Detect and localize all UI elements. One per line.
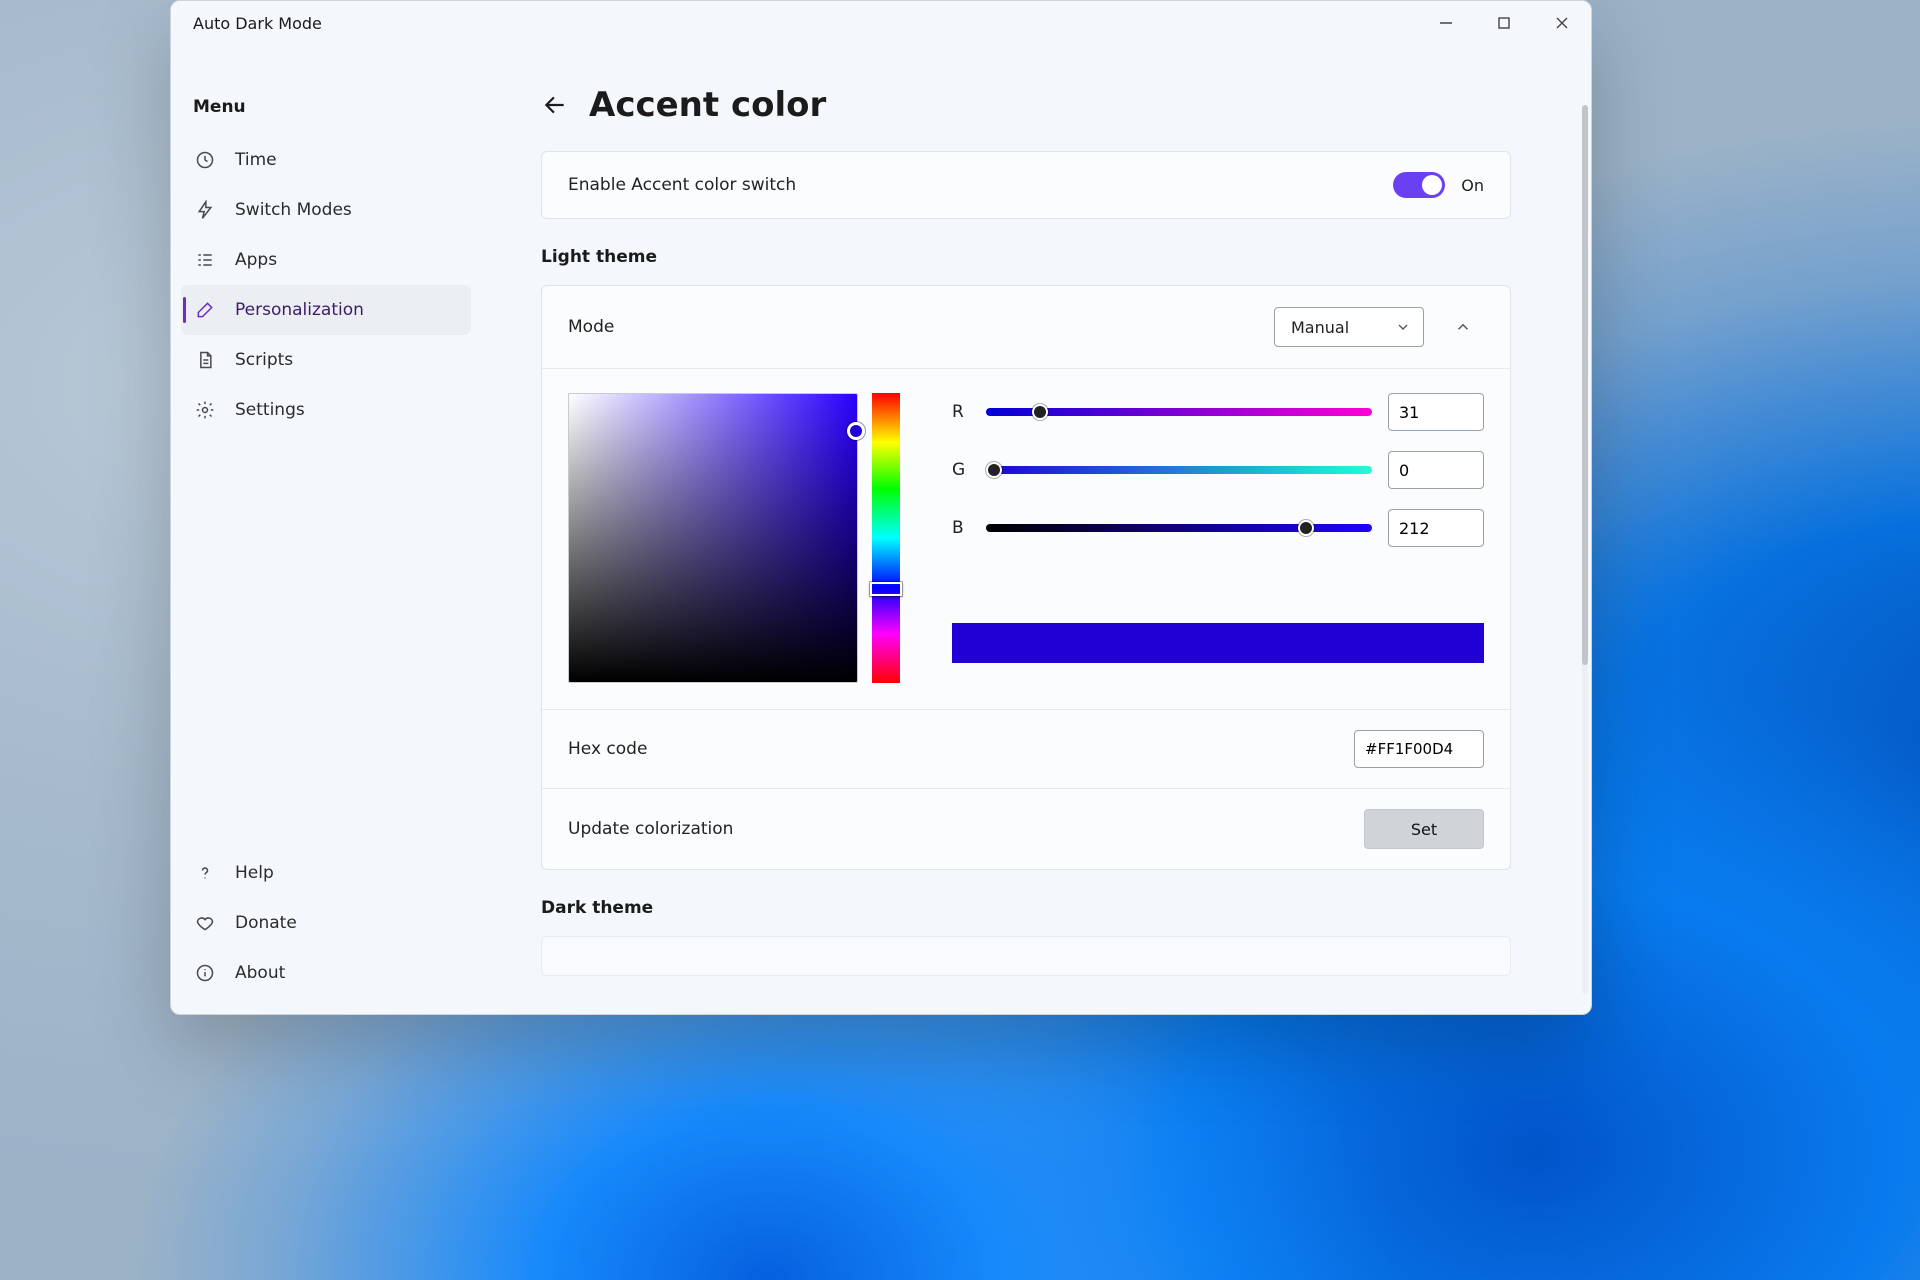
app-title: Auto Dark Mode [193,14,322,33]
minimize-icon [1439,16,1453,30]
accent-toggle-state: On [1461,176,1484,195]
sv-cursor[interactable] [847,422,865,440]
hex-label: Hex code [568,739,647,759]
content-pane: Accent color Enable Accent color switch … [481,45,1591,1014]
sidebar-item-label: Apps [235,250,277,270]
page-title: Accent color [589,85,826,125]
b-row: B [952,509,1484,547]
sidebar-item-donate[interactable]: Donate [181,898,471,948]
sidebar-item-label: Settings [235,400,305,420]
sidebar-item-label: Switch Modes [235,200,352,220]
minimize-button[interactable] [1417,1,1475,45]
g-input[interactable] [1388,451,1484,489]
accent-toggle-card: Enable Accent color switch On [541,151,1511,219]
maximize-icon [1497,16,1511,30]
hex-input[interactable] [1354,730,1484,768]
sidebar-item-apps[interactable]: Apps [181,235,471,285]
b-input[interactable] [1388,509,1484,547]
accent-toggle-label: Enable Accent color switch [568,175,796,195]
titlebar: Auto Dark Mode [171,1,1591,45]
sidebar-item-switch-modes[interactable]: Switch Modes [181,185,471,235]
list-icon [195,250,215,270]
sidebar-item-personalization[interactable]: Personalization [181,285,471,335]
clock-icon [195,150,215,170]
info-icon [195,963,215,983]
r-label: R [952,402,970,422]
sidebar: Menu Time Switch Modes Apps [171,45,481,1014]
chevron-down-icon [1395,319,1411,335]
arrow-left-icon [542,92,568,118]
r-slider[interactable] [986,405,1372,419]
sidebar-item-about[interactable]: About [181,948,471,998]
r-row: R [952,393,1484,431]
sidebar-item-help[interactable]: Help [181,848,471,898]
sidebar-item-time[interactable]: Time [181,135,471,185]
heart-icon [195,913,215,933]
light-theme-card: Mode Manual [541,285,1511,870]
b-label: B [952,518,970,538]
section-title-light: Light theme [541,247,1511,267]
dark-theme-card [541,936,1511,976]
back-button[interactable] [541,91,569,119]
mode-dropdown[interactable]: Manual [1274,307,1424,347]
expander-toggle[interactable] [1442,306,1484,348]
sidebar-item-label: About [235,963,285,983]
chevron-up-icon [1454,318,1472,336]
g-label: G [952,460,970,480]
section-title-dark: Dark theme [541,898,1511,918]
bolt-icon [195,200,215,220]
mode-label: Mode [568,317,614,337]
g-slider[interactable] [986,463,1372,477]
b-slider[interactable] [986,521,1372,535]
hue-thumb[interactable] [870,582,902,596]
sidebar-item-label: Donate [235,913,297,933]
b-thumb[interactable] [1298,520,1314,536]
g-row: G [952,451,1484,489]
sidebar-item-settings[interactable]: Settings [181,385,471,435]
sidebar-item-label: Scripts [235,350,293,370]
menu-heading: Menu [193,97,471,117]
scrollbar[interactable] [1582,105,1588,994]
close-button[interactable] [1533,1,1591,45]
saturation-value-picker[interactable] [568,393,858,683]
app-window: Auto Dark Mode Menu Time [170,0,1592,1015]
r-input[interactable] [1388,393,1484,431]
mode-dropdown-value: Manual [1291,318,1349,337]
toggle-knob [1422,175,1442,195]
scrollbar-thumb[interactable] [1582,105,1588,665]
help-icon [195,863,215,883]
page-header: Accent color [481,45,1571,151]
sidebar-item-label: Time [235,150,277,170]
colorize-label: Update colorization [568,819,733,839]
document-icon [195,350,215,370]
g-thumb[interactable] [986,462,1002,478]
sidebar-item-scripts[interactable]: Scripts [181,335,471,385]
brush-icon [195,300,215,320]
accent-toggle[interactable] [1393,172,1445,198]
color-preview [952,623,1484,663]
hue-slider[interactable] [872,393,900,683]
set-button[interactable]: Set [1364,809,1484,849]
r-thumb[interactable] [1032,404,1048,420]
maximize-button[interactable] [1475,1,1533,45]
sidebar-item-label: Help [235,863,274,883]
sidebar-item-label: Personalization [235,300,364,320]
close-icon [1555,16,1569,30]
gear-icon [195,400,215,420]
